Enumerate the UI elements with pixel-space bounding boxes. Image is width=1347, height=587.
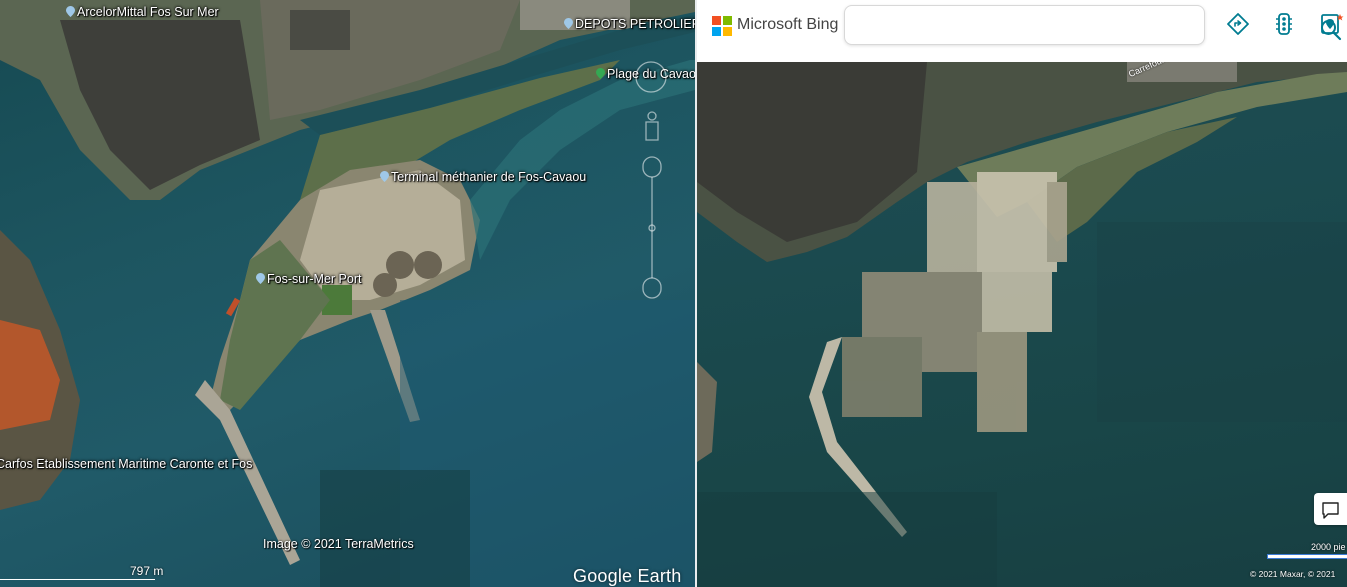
imagery-attribution: Image © 2021 TerraMetrics <box>263 537 414 551</box>
place-label-carfos[interactable]: Carfos Etablissement Maritime Caronte et… <box>0 457 252 471</box>
place-pin-icon <box>66 6 75 17</box>
directions-icon[interactable] <box>1227 13 1249 35</box>
my-places-icon[interactable] <box>1320 13 1344 35</box>
split-screen-map-comparison: ArcelorMittal Fos Sur Mer DEPOTS PETROLI… <box>0 0 1347 587</box>
navigation-control[interactable] <box>628 60 674 305</box>
pegman-icon[interactable] <box>645 111 659 141</box>
place-name: Carfos Etablissement Maritime Caronte et… <box>0 457 253 471</box>
scale-bar <box>1267 554 1347 559</box>
bing-brand: Microsoft Bing <box>737 16 839 33</box>
search-input[interactable] <box>855 14 1159 36</box>
scale-label: 2000 pie <box>1311 542 1346 552</box>
bing-header: Microsoft Bing <box>697 0 1347 62</box>
place-label-terminal-methanier[interactable]: Terminal méthanier de Fos-Cavaou <box>380 170 586 184</box>
search-box[interactable] <box>844 5 1342 45</box>
compass-icon[interactable] <box>635 61 667 93</box>
place-name: DEPOTS PETROLIER <box>575 17 695 31</box>
scale-label: 797 m <box>130 564 164 578</box>
scale-bar <box>0 579 155 587</box>
place-name: Terminal méthanier de Fos-Cavaou <box>391 170 587 184</box>
place-name: ArcelorMittal Fos Sur Mer <box>77 5 219 19</box>
google-earth-logo: Google Earth <box>573 566 682 586</box>
google-earth-pane[interactable]: ArcelorMittal Fos Sur Mer DEPOTS PETROLI… <box>0 0 695 587</box>
bing-maps-pane[interactable]: Carrefour des Jones Microsoft Bing <box>697 0 1347 587</box>
place-label-arcelormittal[interactable]: ArcelorMittal Fos Sur Mer <box>66 5 219 19</box>
place-pin-icon <box>380 171 389 182</box>
feedback-button[interactable] <box>1314 493 1347 525</box>
satellite-imagery[interactable] <box>697 62 1347 587</box>
place-name: Fos-sur-Mer Port <box>267 272 362 286</box>
microsoft-logo-icon <box>712 16 732 36</box>
imagery-attribution: © 2021 Maxar, © 2021 <box>1250 569 1336 579</box>
place-pin-icon <box>564 18 573 29</box>
satellite-imagery[interactable] <box>0 0 695 587</box>
zoom-slider[interactable] <box>642 156 662 299</box>
feedback-icon <box>1322 502 1339 519</box>
place-label-fos-port[interactable]: Fos-sur-Mer Port <box>256 272 361 286</box>
park-pin-icon <box>596 68 605 79</box>
traffic-icon[interactable] <box>1274 13 1294 35</box>
place-label-depots-petroliers[interactable]: DEPOTS PETROLIER <box>564 17 695 31</box>
port-pin-icon <box>256 273 265 284</box>
